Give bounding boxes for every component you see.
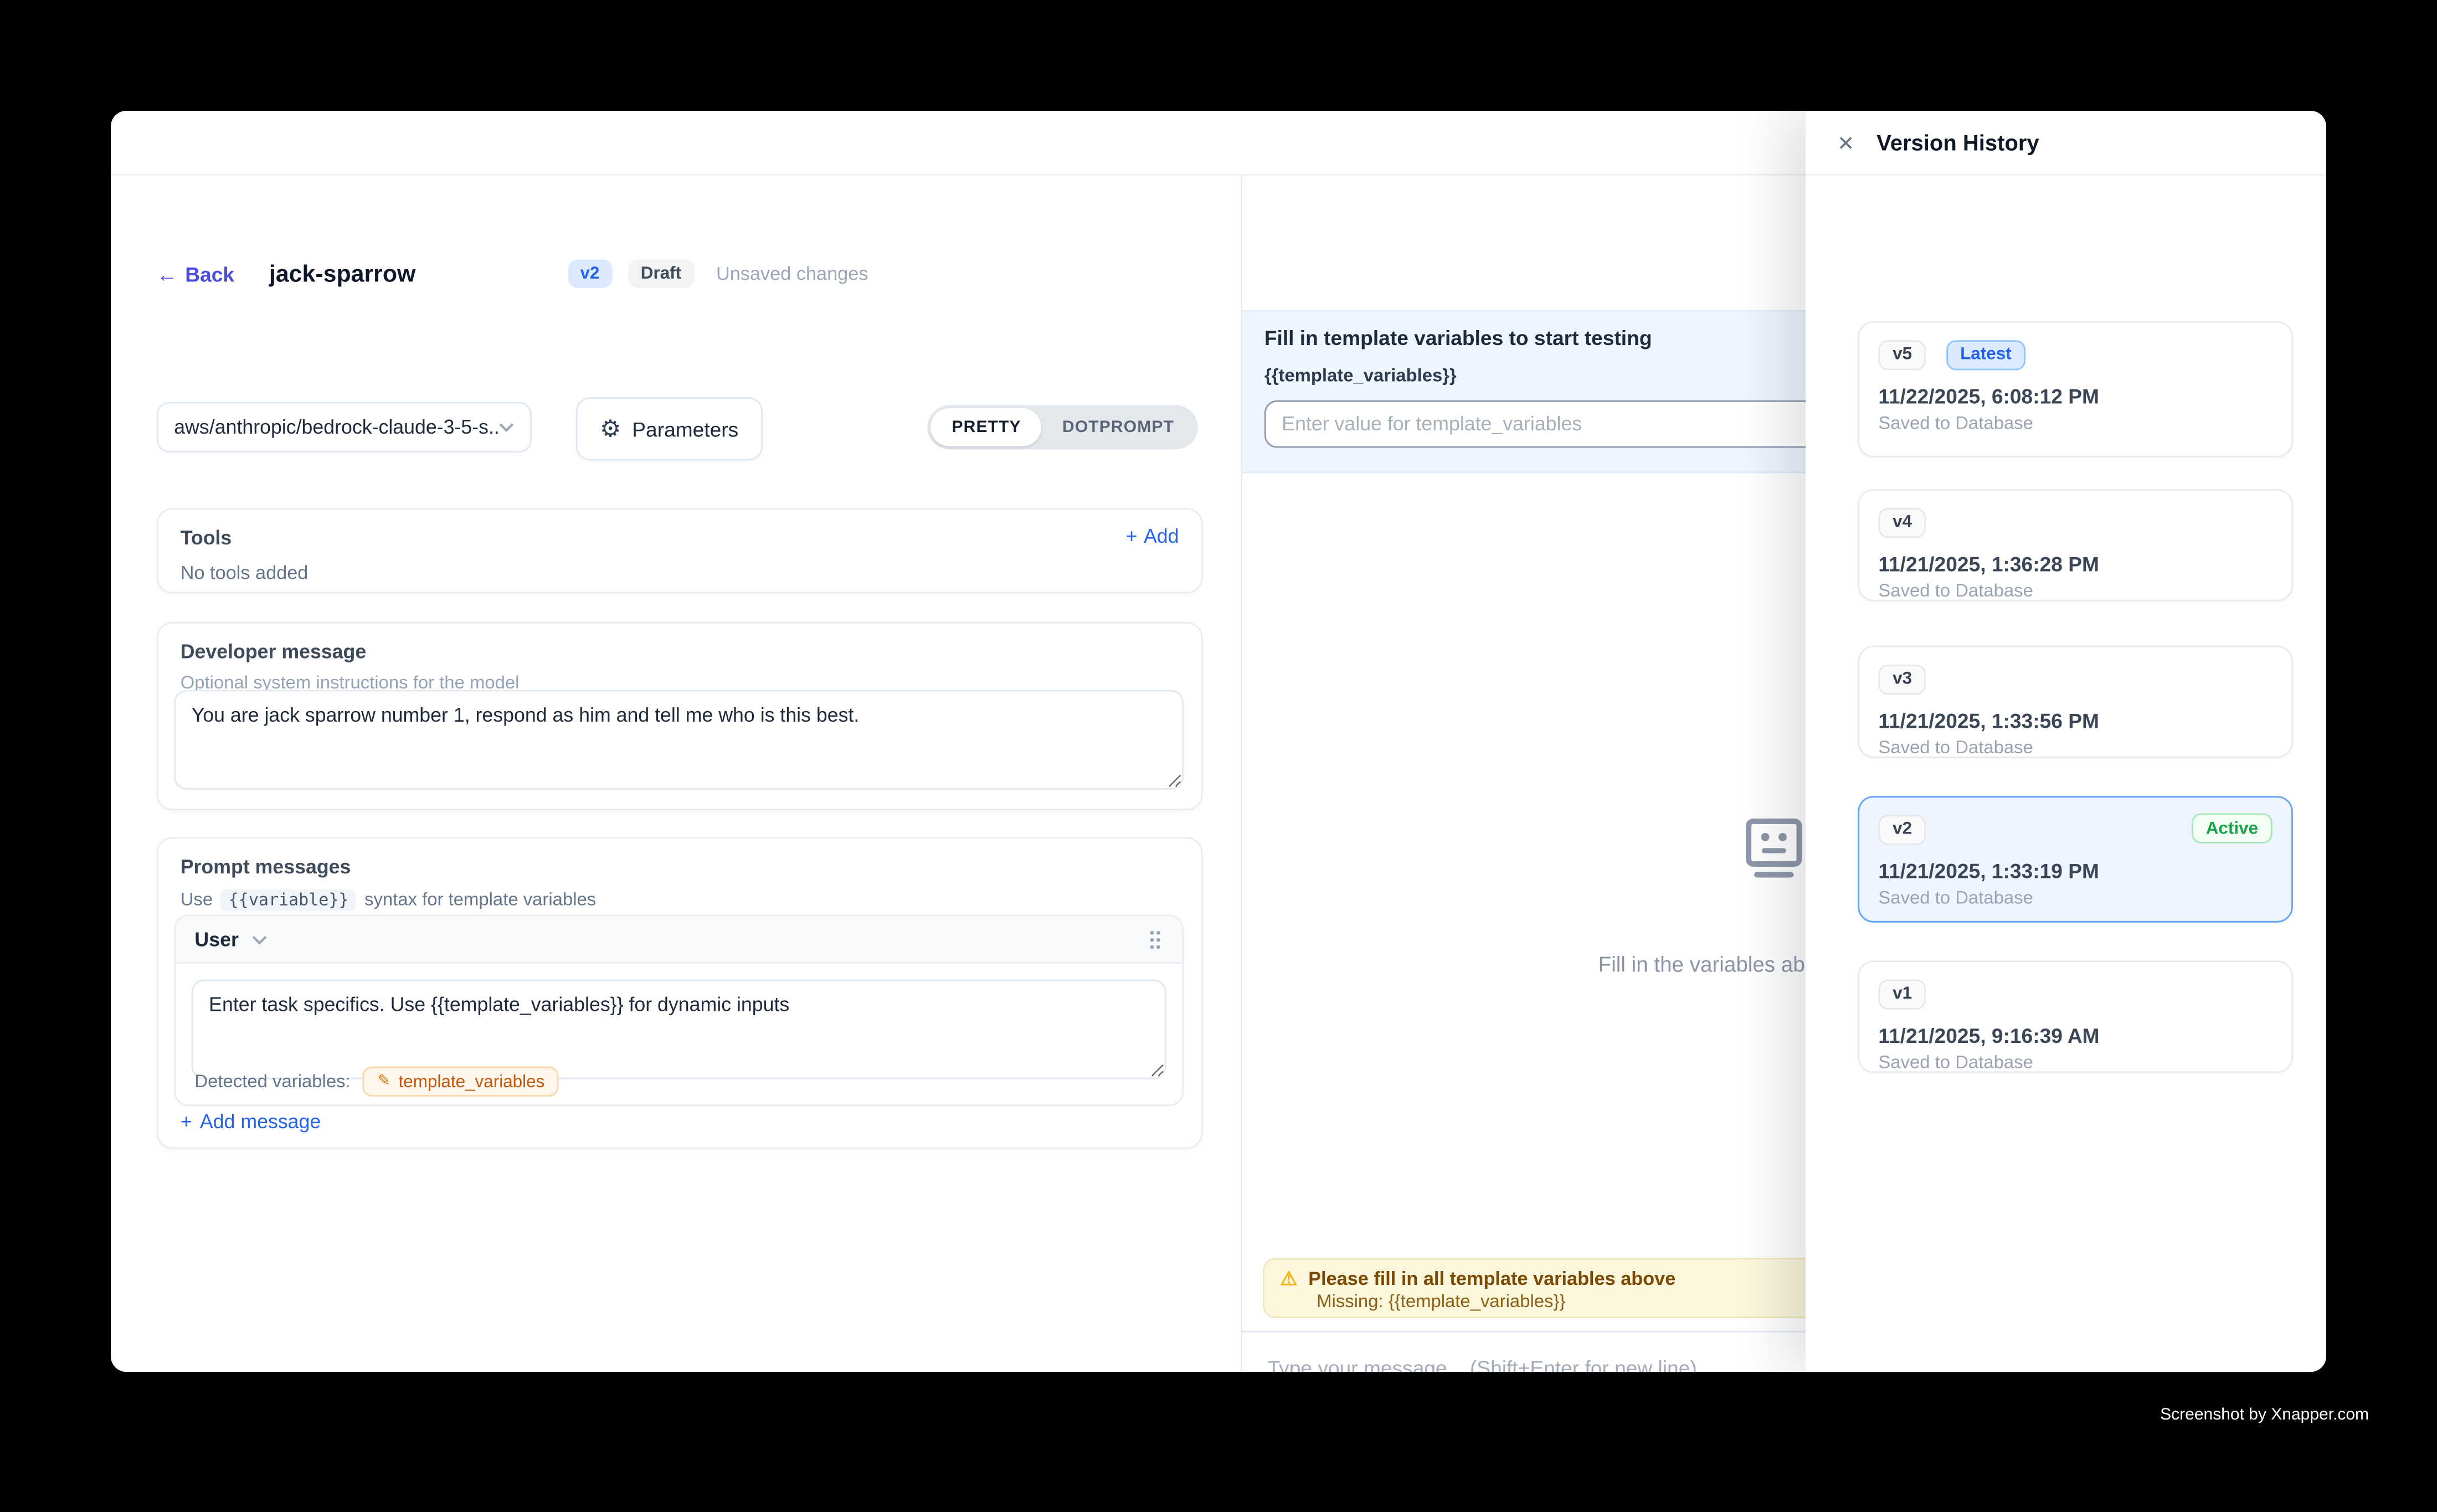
- breadcrumb: ← Back jack-sparrow v2 Draft Unsaved cha…: [157, 253, 1209, 294]
- close-icon[interactable]: ✕: [1837, 132, 1854, 153]
- version-timestamp: 11/21/2025, 1:36:28 PM: [1878, 552, 2272, 575]
- message-role-row: User: [176, 916, 1182, 964]
- template-syntax-hint: Use {{variable}} syntax for template var…: [181, 889, 1179, 912]
- model-select[interactable]: aws/anthropic/bedrock-claude-3-5-s...: [157, 402, 532, 452]
- version-timestamp: 11/21/2025, 9:16:39 AM: [1878, 1023, 2272, 1047]
- tools-empty-text: No tools added: [181, 562, 1179, 584]
- template-variable-label: {{template_variables}}: [1264, 367, 1457, 386]
- version-card-v2-active[interactable]: v2 Active 11/21/2025, 1:33:19 PM Saved t…: [1858, 796, 2293, 923]
- draft-badge: Draft: [628, 259, 694, 288]
- developer-message-card: Developer message Optional system instru…: [157, 622, 1203, 810]
- hint-suffix: syntax for template variables: [364, 891, 596, 910]
- version-badge: v2: [568, 259, 613, 288]
- warning-icon: ⚠: [1280, 1269, 1297, 1288]
- detected-variables-row: Detected variables: ✎ template_variables: [194, 1067, 1166, 1097]
- drag-handle-icon[interactable]: [1147, 928, 1163, 950]
- tools-title: Tools: [181, 527, 1179, 549]
- version-card-v5[interactable]: v5 Latest 11/22/2025, 6:08:12 PM Saved t…: [1858, 321, 2293, 457]
- tab-dotprompt[interactable]: DOTPROMPT: [1042, 408, 1195, 446]
- model-toolbar: aws/anthropic/bedrock-claude-3-5-s... ⚙ …: [157, 402, 1198, 452]
- version-history-header: ✕ Version History: [1806, 111, 2326, 176]
- active-badge: Active: [2192, 814, 2273, 844]
- detected-variable-name: template_variables: [399, 1072, 545, 1091]
- watermark-label: Screenshot by Xnapper.com: [0, 1405, 2369, 1424]
- version-status: Saved to Database: [1878, 582, 2272, 600]
- latest-badge: Latest: [1946, 340, 2025, 370]
- back-button[interactable]: ← Back: [157, 262, 234, 286]
- detected-variables-label: Detected variables:: [194, 1072, 350, 1091]
- developer-message-title: Developer message: [181, 641, 1179, 663]
- prompt-message-textarea[interactable]: Enter task specifics. Use {{template_var…: [192, 980, 1166, 1079]
- gear-icon: ⚙: [600, 417, 621, 441]
- version-chip: v4: [1878, 507, 1926, 538]
- prompt-messages-title: Prompt messages: [181, 856, 1179, 878]
- add-tool-button[interactable]: + Add: [1126, 526, 1179, 548]
- screenshot-stage: ← Back jack-sparrow v2 Draft Unsaved cha…: [0, 0, 2437, 1512]
- add-message-button[interactable]: + Add message: [181, 1111, 321, 1133]
- pencil-icon: ✎: [377, 1074, 390, 1090]
- version-timestamp: 11/21/2025, 1:33:19 PM: [1878, 858, 2272, 882]
- parameters-button[interactable]: ⚙ Parameters: [576, 397, 762, 460]
- version-timestamp: 11/21/2025, 1:33:56 PM: [1878, 708, 2272, 732]
- model-select-value: aws/anthropic/bedrock-claude-3-5-s...: [174, 416, 498, 438]
- plus-icon: +: [1126, 526, 1138, 548]
- version-card-v1[interactable]: v1 11/21/2025, 9:16:39 AM Saved to Datab…: [1858, 960, 2293, 1073]
- plus-icon: +: [181, 1111, 192, 1133]
- fill-variables-title: Fill in template variables to start test…: [1264, 326, 1652, 350]
- prompt-editor-pane: ← Back jack-sparrow v2 Draft Unsaved cha…: [111, 176, 1242, 1372]
- prompt-message-block: User Enter task spe: [174, 914, 1184, 1106]
- version-card-v3[interactable]: v3 11/21/2025, 1:33:56 PM Saved to Datab…: [1858, 646, 2293, 758]
- unsaved-changes-label: Unsaved changes: [716, 263, 868, 285]
- version-chip: v1: [1878, 979, 1926, 1009]
- developer-message-textarea[interactable]: You are jack sparrow number 1, respond a…: [174, 690, 1184, 790]
- version-chip: v5: [1878, 340, 1926, 370]
- variable-syntax-chip: {{variable}}: [220, 889, 356, 912]
- app-window: ← Back jack-sparrow v2 Draft Unsaved cha…: [111, 111, 2326, 1372]
- bot-icon: [1741, 816, 1807, 883]
- view-mode-toggle: PRETTY DOTPROMPT: [928, 405, 1198, 449]
- parameters-label: Parameters: [632, 417, 738, 441]
- tools-card: Tools + Add No tools added: [157, 508, 1203, 593]
- version-chip: v2: [1878, 814, 1926, 845]
- version-card-v4[interactable]: v4 11/21/2025, 1:36:28 PM Saved to Datab…: [1858, 489, 2293, 601]
- version-status: Saved to Database: [1878, 414, 2272, 433]
- version-status: Saved to Database: [1878, 889, 2272, 908]
- prompt-messages-card: Prompt messages Use {{variable}} syntax …: [157, 837, 1203, 1149]
- version-history-title: Version History: [1876, 130, 2039, 155]
- add-tool-label: Add: [1144, 526, 1179, 548]
- version-status: Saved to Database: [1878, 1053, 2272, 1072]
- detected-variable-chip[interactable]: ✎ template_variables: [363, 1067, 559, 1097]
- chevron-down-icon[interactable]: [251, 934, 268, 944]
- page-title: jack-sparrow: [269, 260, 415, 287]
- role-select-value: User: [194, 928, 238, 950]
- add-message-label: Add message: [200, 1111, 321, 1133]
- version-chip: v3: [1878, 664, 1926, 695]
- version-history-panel: ✕ Version History v5 Latest 11/22/2025, …: [1806, 111, 2326, 1372]
- tab-pretty[interactable]: PRETTY: [931, 408, 1042, 446]
- hint-prefix: Use: [181, 891, 213, 910]
- version-timestamp: 11/22/2025, 6:08:12 PM: [1878, 384, 2272, 408]
- back-label: Back: [185, 262, 234, 286]
- warning-title-text: Please fill in all template variables ab…: [1308, 1268, 1675, 1290]
- chevron-down-icon: [498, 423, 515, 432]
- version-status: Saved to Database: [1878, 738, 2272, 757]
- back-arrow-icon: ←: [157, 262, 177, 286]
